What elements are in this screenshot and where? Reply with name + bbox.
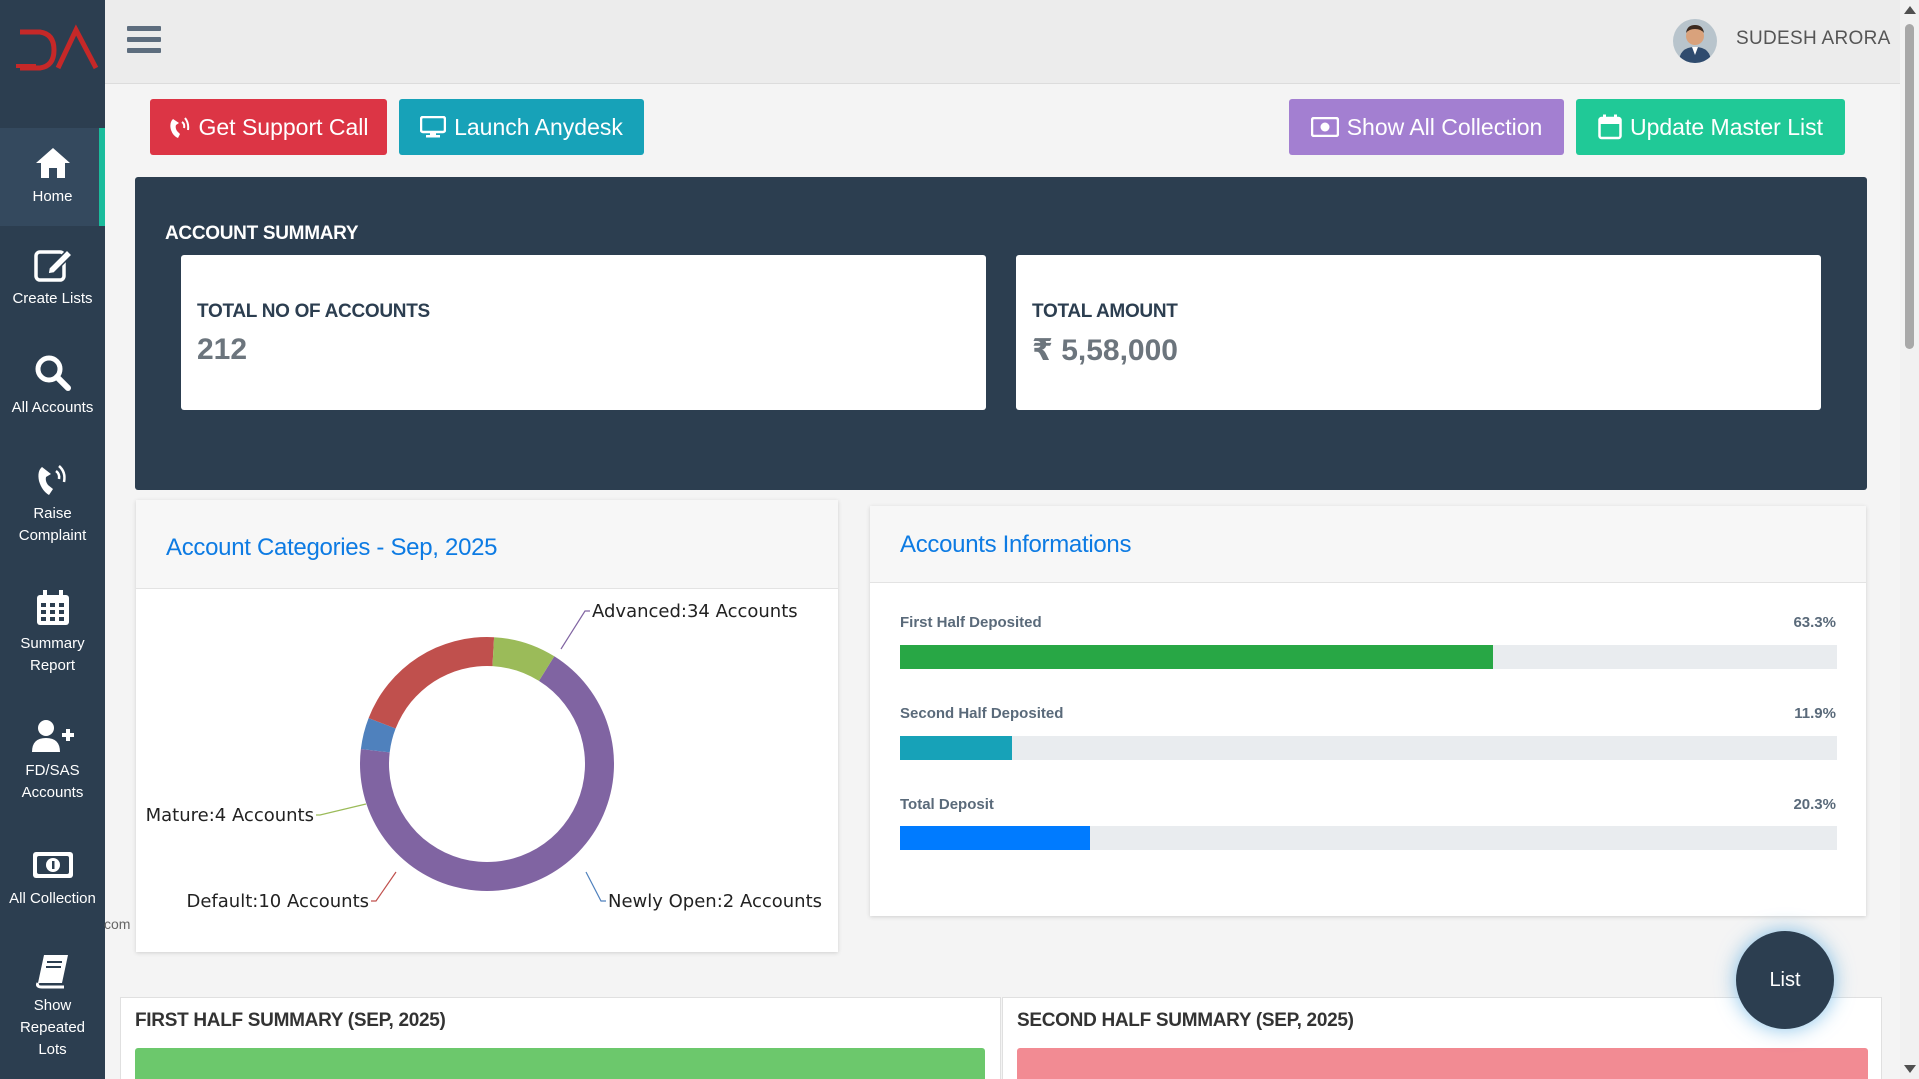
accounts-information-panel: Accounts Informations First Half Deposit… xyxy=(870,506,1866,916)
first-half-summary-bar xyxy=(135,1048,985,1079)
first-half-percent: 63.3% xyxy=(1793,614,1836,631)
account-categories-chart: Advanced:34 Accounts Newly Open:2 Account… xyxy=(146,601,822,912)
calendar-icon xyxy=(1598,114,1622,140)
pie-leader-line xyxy=(316,803,367,816)
total-deposit-percent: 20.3% xyxy=(1793,796,1836,813)
sidebar-item-all-collection[interactable]: All Collection xyxy=(0,850,105,910)
first-half-label: First Half Deposited xyxy=(900,614,1042,631)
get-support-call-label: Get Support Call xyxy=(198,113,369,140)
second-half-summary-title: SECOND HALF SUMMARY (SEP, 2025) xyxy=(1017,1010,1354,1031)
pie-leader-line xyxy=(585,871,606,902)
progress-fill xyxy=(900,645,1494,669)
scroll-down-arrow-icon[interactable] xyxy=(1904,1065,1916,1073)
sidebar-item-label: Show Repeated Lots xyxy=(19,997,86,1058)
sidebar-item-label: Create Lists xyxy=(12,290,93,307)
book-icon xyxy=(35,955,68,989)
total-accounts-label: TOTAL NO OF ACCOUNTS xyxy=(197,301,430,322)
second-half-summary-bar xyxy=(1017,1048,1868,1079)
scroll-thumb[interactable] xyxy=(1905,24,1914,349)
footer-text: com xyxy=(104,916,131,932)
sidebar-item-create-lists[interactable]: Create Lists xyxy=(0,248,105,310)
total-accounts-card: TOTAL NO OF ACCOUNTS 212 xyxy=(181,255,986,410)
scroll-up-arrow-icon[interactable] xyxy=(1904,6,1916,14)
sidebar-item-label: Home xyxy=(32,188,73,205)
sidebar-item-label: Summary Report xyxy=(20,635,85,674)
pie-slice-default[interactable] xyxy=(368,637,495,729)
edit-icon xyxy=(33,248,73,282)
home-icon xyxy=(35,148,70,178)
money-bill-icon xyxy=(32,852,73,878)
sidebar-item-label: All Accounts xyxy=(11,399,94,416)
calendar-icon xyxy=(36,590,69,625)
first-half-summary-panel: FIRST HALF SUMMARY (SEP, 2025) xyxy=(120,997,1001,1079)
account-categories-title: Account Categories - Sep, 2025 xyxy=(166,534,498,561)
sidebar-item-label: Raise Complaint xyxy=(18,505,87,544)
show-all-collection-button[interactable]: Show All Collection xyxy=(1289,99,1564,155)
first-half-summary-title: FIRST HALF SUMMARY (SEP, 2025) xyxy=(135,1010,446,1031)
sidebar: Home Create Lists All Accounts Raise Com… xyxy=(0,0,105,1079)
total-amount-label: TOTAL AMOUNT xyxy=(1032,301,1178,322)
second-half-label: Second Half Deposited xyxy=(900,705,1064,722)
pie-label-newly-open: Newly Open:2 Accounts xyxy=(608,891,822,912)
total-accounts-value: 212 xyxy=(197,333,248,366)
hamburger-menu-icon[interactable] xyxy=(127,26,161,56)
user-plus-icon xyxy=(31,720,74,752)
avatar[interactable] xyxy=(1673,19,1717,63)
sidebar-item-raise-complaint[interactable]: Raise Complaint xyxy=(0,461,105,547)
accounts-information-title: Accounts Informations xyxy=(900,531,1132,558)
sidebar-item-all-accounts[interactable]: All Accounts xyxy=(0,355,105,419)
account-categories-panel: Account Categories - Sep, 2025 Advanced:… xyxy=(136,500,838,952)
second-half-percent: 11.9% xyxy=(1794,705,1836,722)
pie-label-default: Default:10 Accounts xyxy=(186,891,369,912)
total-amount-card: TOTAL AMOUNT ₹ 5,58,000 xyxy=(1016,255,1821,410)
show-all-collection-label: Show All Collection xyxy=(1346,113,1543,140)
progress-fill xyxy=(900,826,1091,850)
progress-fill xyxy=(900,736,1012,760)
sidebar-item-fd-sas-accounts[interactable]: FD/SAS Accounts xyxy=(0,718,105,804)
panel-header: Accounts Informations xyxy=(870,506,1866,583)
pie-leader-line xyxy=(560,610,590,650)
sidebar-item-label: All Collection xyxy=(9,890,96,907)
total-amount-value: ₹ 5,58,000 xyxy=(1032,334,1178,367)
total-deposit-progress xyxy=(900,826,1837,850)
launch-anydesk-label: Launch Anydesk xyxy=(454,113,623,140)
phone-volume-icon xyxy=(170,117,190,138)
pie-leader-line xyxy=(371,871,397,902)
total-deposit-label: Total Deposit xyxy=(900,796,994,813)
panel-header: Account Categories - Sep, 2025 xyxy=(136,500,838,589)
launch-anydesk-button[interactable]: Launch Anydesk xyxy=(399,99,644,155)
user-name[interactable]: SUDESH ARORA xyxy=(1736,28,1891,50)
sidebar-item-label: FD/SAS Accounts xyxy=(21,762,84,801)
pie-label-advanced: Advanced:34 Accounts xyxy=(592,601,798,622)
get-support-call-button[interactable]: Get Support Call xyxy=(150,99,387,155)
sidebar-item-show-repeated-lots[interactable]: Show Repeated Lots xyxy=(0,953,105,1061)
brand-logo[interactable] xyxy=(0,0,105,128)
search-icon xyxy=(35,355,71,391)
update-master-list-button[interactable]: Update Master List xyxy=(1576,99,1845,155)
update-master-list-label: Update Master List xyxy=(1629,113,1824,140)
phone-volume-icon xyxy=(37,465,66,495)
pie-label-mature: Mature:4 Accounts xyxy=(146,805,314,826)
desktop-icon xyxy=(420,116,447,138)
page-scrollbar[interactable] xyxy=(1900,0,1919,1079)
second-half-progress xyxy=(900,736,1837,760)
account-summary-section: ACCOUNT SUMMARY TOTAL NO OF ACCOUNTS 212… xyxy=(135,177,1867,490)
money-bill-icon xyxy=(1310,117,1339,137)
list-button[interactable]: List xyxy=(1736,931,1834,1029)
top-bar: SUDESH ARORA xyxy=(105,0,1900,84)
account-summary-title: ACCOUNT SUMMARY xyxy=(165,223,359,244)
sidebar-item-summary-report[interactable]: Summary Report xyxy=(0,589,105,677)
sidebar-item-home[interactable]: Home xyxy=(0,128,105,226)
first-half-progress xyxy=(900,645,1837,669)
